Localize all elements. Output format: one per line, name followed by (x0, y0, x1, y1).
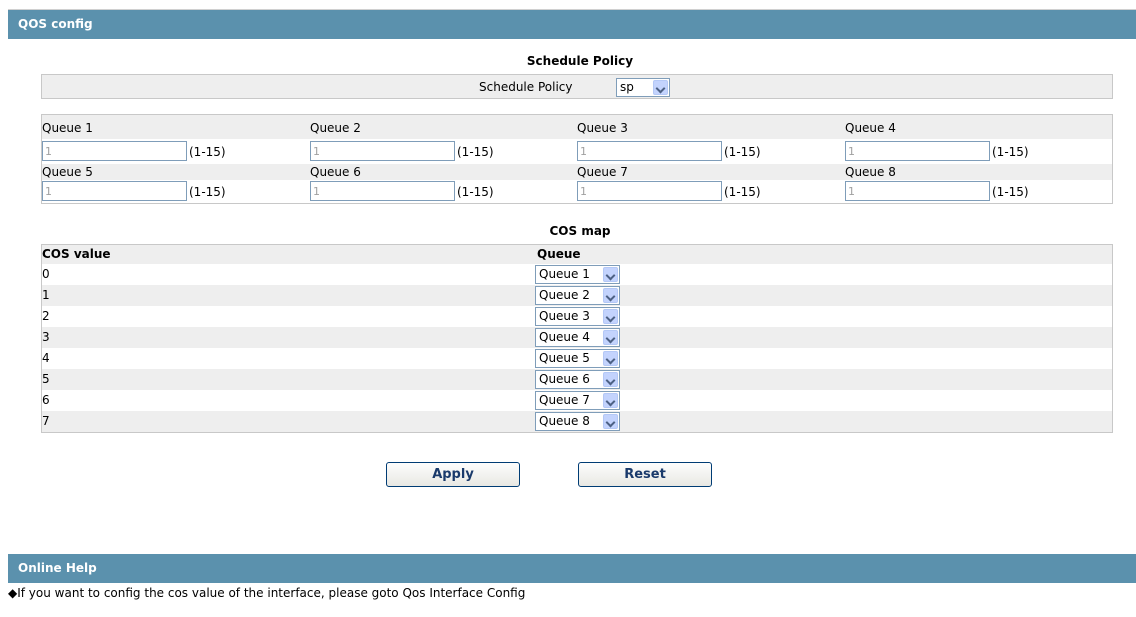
selected-queue: Queue 1 (539, 267, 590, 281)
cos-map-header-row: COS value Queue (42, 245, 1112, 264)
selected-queue: Queue 3 (539, 309, 590, 323)
selected-queue: Queue 2 (539, 288, 590, 302)
queue-3-range: (1-15) (724, 145, 761, 159)
cos-0-queue-select[interactable]: Queue 1 (535, 265, 620, 284)
schedule-policy-label: Schedule Policy (479, 80, 573, 94)
cos-value: 4 (42, 351, 50, 365)
table-row: 6 Queue 7 (42, 390, 1112, 411)
online-help-text: ◆If you want to config the cos value of … (8, 586, 526, 600)
queue-header: Queue (537, 247, 581, 261)
schedule-policy-row: Schedule Policy sp (41, 74, 1113, 99)
table-row: 7 Queue 8 (42, 411, 1112, 432)
selected-queue: Queue 8 (539, 414, 590, 428)
selected-queue: Queue 4 (539, 330, 590, 344)
queue-5-label: Queue 5 (42, 165, 93, 179)
table-row: 4 Queue 5 (42, 348, 1112, 369)
qos-config-title: QOS config (18, 17, 93, 31)
chevron-down-icon (603, 267, 618, 282)
queue-3-weight-input[interactable] (577, 141, 722, 161)
queue-8-weight-input[interactable] (845, 181, 990, 201)
queue-7-label: Queue 7 (577, 165, 628, 179)
queue-weights-panel: Queue 1 Queue 2 Queue 3 Queue 4 (1-15) (… (41, 114, 1113, 204)
chevron-down-icon (603, 288, 618, 303)
cos-value: 2 (42, 309, 50, 323)
cos-6-queue-select[interactable]: Queue 7 (535, 391, 620, 410)
cos-value: 1 (42, 288, 50, 302)
online-help-title: Online Help (18, 561, 97, 575)
table-row: 3 Queue 4 (42, 327, 1112, 348)
queue-5-weight-input[interactable] (42, 181, 187, 201)
cos-value-header: COS value (42, 247, 111, 261)
chevron-down-icon (603, 330, 618, 345)
queue-7-weight-input[interactable] (577, 181, 722, 201)
selected-queue: Queue 6 (539, 372, 590, 386)
schedule-policy-value: sp (620, 80, 634, 94)
table-row: 1 Queue 2 (42, 285, 1112, 306)
queue-8-label: Queue 8 (845, 165, 896, 179)
table-row: 5 Queue 6 (42, 369, 1112, 390)
qos-config-header: QOS config (8, 10, 1136, 39)
queue-8-range: (1-15) (992, 185, 1029, 199)
queue-4-weight-input[interactable] (845, 141, 990, 161)
chevron-down-icon (603, 414, 618, 429)
cos-value: 0 (42, 267, 50, 281)
schedule-policy-select[interactable]: sp (616, 78, 670, 97)
cos-7-queue-select[interactable]: Queue 8 (535, 412, 620, 431)
queue-1-weight-input[interactable] (42, 141, 187, 161)
cos-3-queue-select[interactable]: Queue 4 (535, 328, 620, 347)
cos-2-queue-select[interactable]: Queue 3 (535, 307, 620, 326)
cos-value: 3 (42, 330, 50, 344)
queue-6-label: Queue 6 (310, 165, 361, 179)
queue-2-weight-input[interactable] (310, 141, 455, 161)
schedule-policy-caption: Schedule Policy (526, 54, 634, 68)
chevron-down-icon (603, 351, 618, 366)
online-help-header: Online Help (8, 554, 1136, 583)
cos-map-table: COS value Queue 0 Queue 1 1 Queue 2 2 Qu… (41, 244, 1113, 433)
chevron-down-icon (653, 80, 668, 95)
cos-value: 6 (42, 393, 50, 407)
queue-4-range: (1-15) (992, 145, 1029, 159)
queue-5-range: (1-15) (189, 185, 226, 199)
queue-3-label: Queue 3 (577, 121, 628, 135)
cos-value: 7 (42, 414, 50, 428)
reset-button[interactable]: Reset (578, 462, 712, 487)
queue-6-weight-input[interactable] (310, 181, 455, 201)
queue-2-range: (1-15) (457, 145, 494, 159)
table-row: 0 Queue 1 (42, 264, 1112, 285)
queue-7-range: (1-15) (724, 185, 761, 199)
queue-4-label: Queue 4 (845, 121, 896, 135)
table-row: 2 Queue 3 (42, 306, 1112, 327)
chevron-down-icon (603, 393, 618, 408)
cos-value: 5 (42, 372, 50, 386)
queue-6-range: (1-15) (457, 185, 494, 199)
cos-1-queue-select[interactable]: Queue 2 (535, 286, 620, 305)
cos-4-queue-select[interactable]: Queue 5 (535, 349, 620, 368)
chevron-down-icon (603, 309, 618, 324)
cos-5-queue-select[interactable]: Queue 6 (535, 370, 620, 389)
selected-queue: Queue 5 (539, 351, 590, 365)
apply-button[interactable]: Apply (386, 462, 520, 487)
chevron-down-icon (603, 372, 618, 387)
queue-1-range: (1-15) (189, 145, 226, 159)
queue-2-label: Queue 2 (310, 121, 361, 135)
cos-map-caption: COS map (549, 224, 611, 238)
queue-1-label: Queue 1 (42, 121, 93, 135)
selected-queue: Queue 7 (539, 393, 590, 407)
